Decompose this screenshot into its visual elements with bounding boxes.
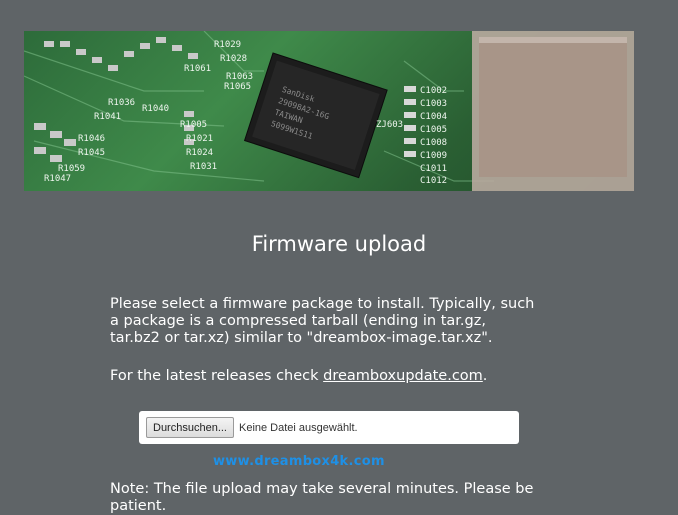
file-input[interactable]: Durchsuchen... Keine Datei ausgewählt. [139,411,519,444]
file-status-text: Keine Datei ausgewählt. [238,421,358,434]
pcb-label: R1063 [226,72,253,82]
pcb-label: C1005 [420,125,447,135]
pcb-label: R1041 [94,112,121,122]
pcb-label: R1046 [78,134,105,144]
pcb-label: R1061 [184,64,211,74]
pcb-label: R1047 [44,174,71,184]
pcb-label: R1031 [190,162,217,172]
pcb-label: C1003 [420,99,447,109]
note-text: Note: The file upload may take several m… [110,481,534,514]
pcb-label: C1004 [420,112,447,122]
pcb-label: R1065 [224,82,251,92]
releases-text: For the latest releases check dreamboxup… [110,368,540,385]
pcb-label: C1012 [420,176,447,186]
header-banner-image: SanDisk 29098A2-16G TAIWAN 5099W1S11 R10… [24,31,634,191]
pcb-label: C1002 [420,86,447,96]
pcb-label: R1059 [58,164,85,174]
pcb-label: ZJ603 [376,120,403,130]
pcb-label: R1045 [78,148,105,158]
intro-text: Please select a firmware package to inst… [110,296,535,346]
pcb-label: C1011 [420,164,447,174]
browse-button[interactable]: Durchsuchen... [146,417,234,438]
pcb-label: C1009 [420,151,447,161]
releases-suffix: . [482,368,488,384]
pcb-label: C1008 [420,138,447,148]
pcb-label: R1028 [220,54,247,64]
pcb-label: R1040 [142,104,169,114]
watermark-text: www.dreambox4k.com [213,454,385,469]
releases-prefix: For the latest releases check [110,368,324,384]
page-title: Firmware upload [251,232,427,256]
pcb-label: R1036 [108,98,135,108]
pcb-label: R1029 [214,40,241,50]
pcb-label: R1024 [186,148,213,158]
pcb-label: R1021 [186,134,213,144]
pcb-label: R1005 [180,120,207,130]
releases-link[interactable]: dreamboxupdate.com [323,368,483,384]
